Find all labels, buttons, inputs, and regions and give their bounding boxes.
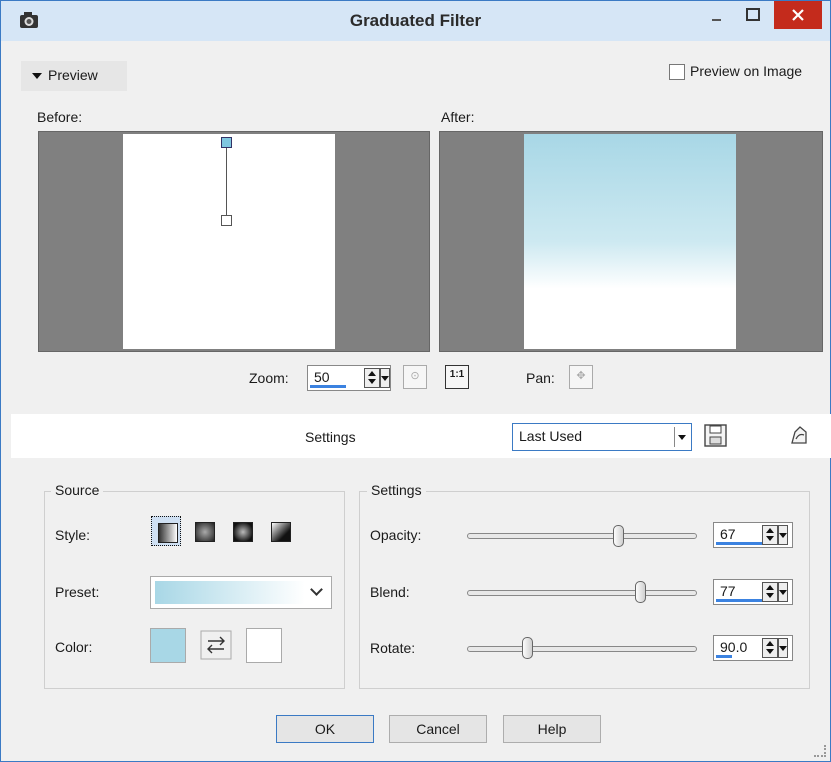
zoom-value: 50: [314, 369, 330, 385]
opacity-label: Opacity:: [370, 527, 422, 543]
close-icon[interactable]: [774, 1, 822, 29]
graduated-filter-dialog: Graduated Filter Preview Preview on Imag…: [0, 0, 831, 762]
gradient-direction-line: [226, 147, 227, 215]
after-image: [524, 134, 736, 349]
color-label: Color:: [55, 639, 93, 655]
preview-on-image-checkbox[interactable]: [669, 64, 685, 80]
opacity-spinner[interactable]: [762, 525, 778, 545]
before-preview[interactable]: [38, 131, 430, 352]
style-label: Style:: [55, 527, 91, 543]
gradient-start-handle[interactable]: [221, 137, 232, 148]
rotate-underline: [716, 655, 732, 658]
zoom-fit-icon: ⊙: [410, 370, 420, 382]
preset-label: Preset:: [55, 584, 100, 600]
corner-gradient-icon: [271, 522, 291, 542]
background-color-swatch[interactable]: [246, 628, 282, 663]
rotate-slider[interactable]: [467, 646, 697, 652]
chevron-down-icon[interactable]: [674, 427, 689, 447]
rectangular-gradient-icon: [195, 522, 215, 542]
one-to-one-icon: 1:1: [449, 369, 465, 380]
zoom-spinner[interactable]: [364, 368, 380, 388]
radial-gradient-icon: [233, 522, 253, 542]
title-bar: Graduated Filter: [1, 1, 830, 41]
linear-gradient-icon: [158, 523, 178, 543]
opacity-field[interactable]: 67: [713, 522, 793, 548]
before-label: Before:: [37, 109, 83, 125]
gradient-preset-swatch: [155, 581, 305, 604]
style-corner-button[interactable]: [265, 516, 295, 546]
rotate-slider-thumb[interactable]: [522, 637, 533, 659]
rotate-field[interactable]: 90.0: [713, 635, 793, 661]
preview-on-image-label: Preview on Image: [690, 63, 803, 79]
minimize-icon[interactable]: [701, 1, 731, 31]
zoom-label: Zoom:: [249, 370, 289, 386]
gradient-end-handle[interactable]: [221, 215, 232, 226]
settings-group-title: Settings: [367, 482, 426, 498]
blend-spinner[interactable]: [762, 582, 778, 602]
pan-button[interactable]: ✥: [569, 365, 593, 389]
style-radial-button[interactable]: [227, 516, 257, 546]
swap-colors-icon[interactable]: [200, 630, 232, 660]
zoom-dropdown-icon[interactable]: [380, 368, 390, 388]
zoom-to-fit-button[interactable]: ⊙: [403, 365, 427, 389]
blend-label: Blend:: [370, 584, 410, 600]
presets-settings-label: Settings: [305, 429, 356, 445]
preset-dropdown[interactable]: Last Used: [512, 423, 692, 451]
blend-slider[interactable]: [467, 590, 697, 596]
blend-slider-thumb[interactable]: [635, 581, 646, 603]
cancel-button[interactable]: Cancel: [389, 715, 487, 743]
opacity-underline: [716, 542, 764, 545]
style-linear-button[interactable]: [151, 516, 181, 546]
ok-button[interactable]: OK: [276, 715, 374, 743]
maximize-icon[interactable]: [738, 1, 768, 31]
reset-preset-icon[interactable]: [786, 423, 812, 449]
save-preset-icon[interactable]: [703, 423, 729, 449]
blend-value: 77: [720, 583, 736, 599]
help-button[interactable]: Help: [503, 715, 601, 743]
foreground-color-swatch[interactable]: [150, 628, 186, 663]
opacity-dropdown-icon[interactable]: [778, 525, 788, 545]
source-group-title: Source: [51, 482, 104, 498]
after-preview: [439, 131, 823, 352]
blend-field[interactable]: 77: [713, 579, 793, 605]
actual-size-button[interactable]: 1:1: [445, 365, 469, 389]
rotate-dropdown-icon[interactable]: [778, 638, 788, 658]
after-label: After:: [441, 109, 475, 125]
rotate-spinner[interactable]: [762, 638, 778, 658]
preview-collapse-toggle[interactable]: Preview: [21, 61, 127, 91]
preview-toggle-label: Preview: [48, 67, 98, 83]
before-image: [123, 134, 335, 349]
blend-dropdown-icon[interactable]: [778, 582, 788, 602]
zoom-field[interactable]: 50: [307, 365, 391, 391]
rotate-value: 90.0: [720, 639, 748, 655]
rotate-label: Rotate:: [370, 640, 416, 656]
triangle-down-icon: [32, 73, 42, 79]
resize-grip-icon[interactable]: [814, 745, 826, 757]
opacity-value: 67: [720, 526, 736, 542]
style-rectangular-button[interactable]: [189, 516, 219, 546]
pan-label: Pan:: [526, 370, 555, 386]
opacity-slider-thumb[interactable]: [613, 525, 624, 547]
preset-dropdown-value: Last Used: [519, 428, 583, 444]
zoom-underline: [310, 385, 346, 388]
gradient-preset-dropdown[interactable]: [150, 576, 332, 609]
chevron-down-icon: [310, 583, 323, 596]
move-icon: ✥: [576, 370, 586, 382]
opacity-slider[interactable]: [467, 533, 697, 539]
